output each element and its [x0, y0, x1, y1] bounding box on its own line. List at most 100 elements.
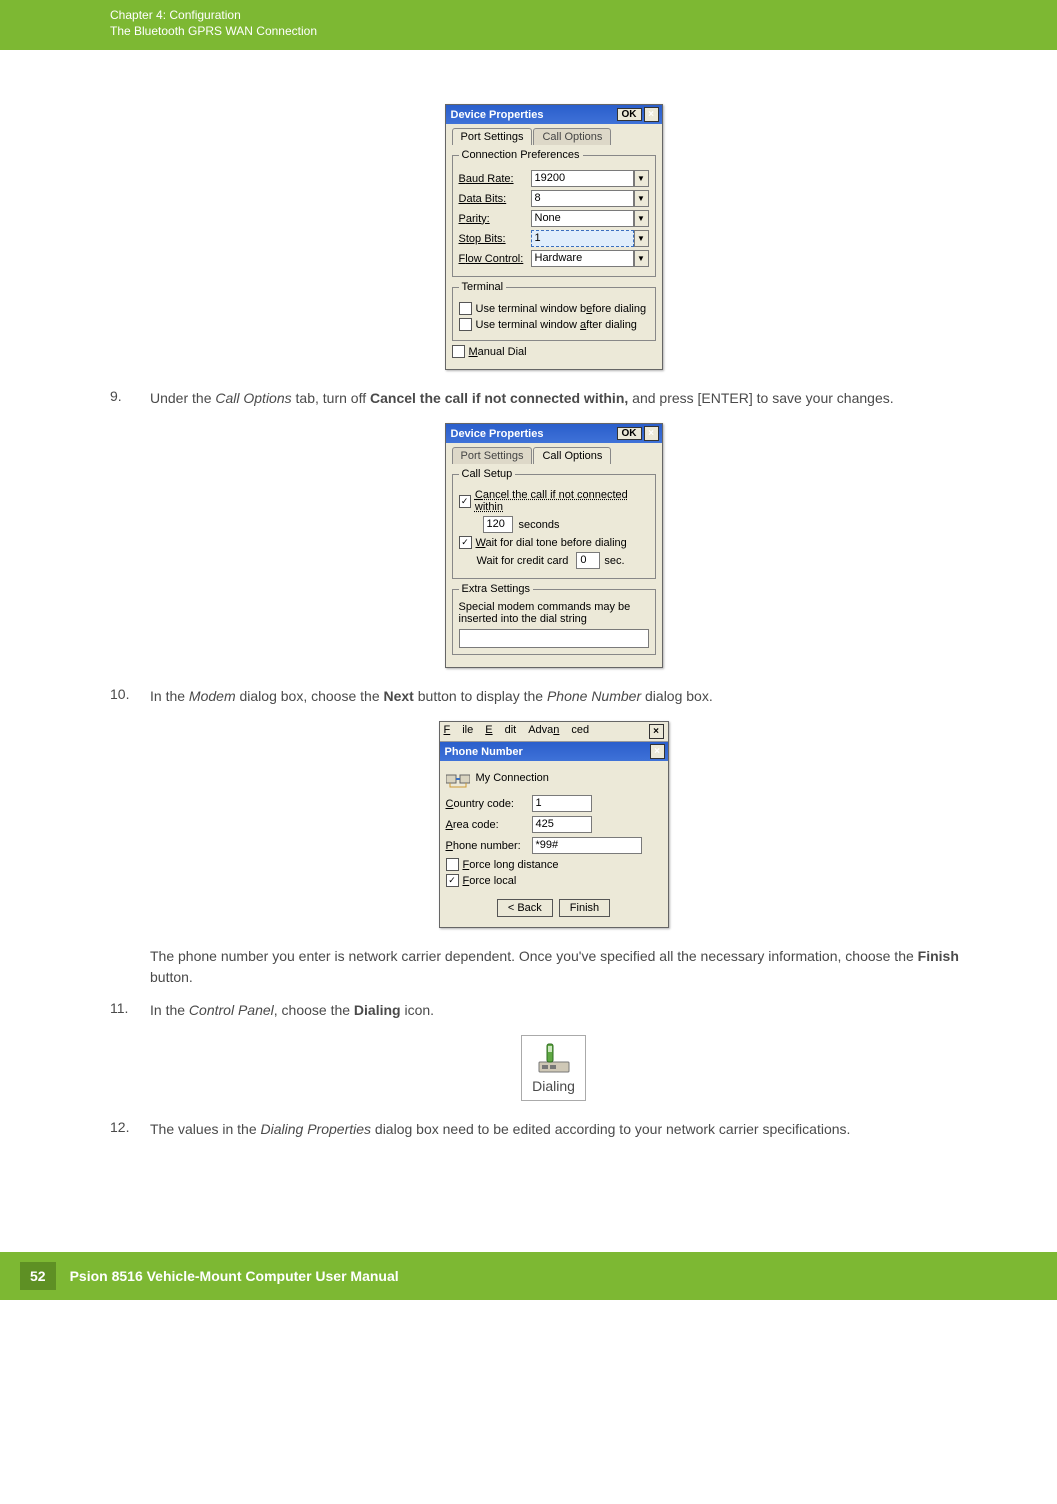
- text: The values in the: [150, 1121, 261, 1137]
- tabs: Port Settings Call Options: [452, 128, 656, 145]
- titlebar: Device Properties OK ×: [446, 105, 662, 124]
- checkbox-label: Use terminal window before dialing: [476, 303, 647, 315]
- close-icon[interactable]: ×: [644, 107, 659, 122]
- text: The phone number you enter is network ca…: [150, 948, 918, 964]
- tab-call-options[interactable]: Call Options: [533, 128, 611, 145]
- text: and press [ENTER] to save your changes.: [628, 390, 893, 406]
- force-long-distance-row[interactable]: Force long distance: [446, 858, 662, 871]
- checkbox-label: Wait for dial tone before dialing: [476, 537, 627, 549]
- step-text: The values in the Dialing Properties dia…: [150, 1119, 997, 1140]
- extra-input[interactable]: [459, 629, 649, 648]
- country-code-input[interactable]: 1: [532, 795, 592, 812]
- page-number: 52: [20, 1262, 56, 1290]
- wait-dialtone-row[interactable]: ✓ Wait for dial tone before dialing: [459, 536, 649, 549]
- step-10: 10. In the Modem dialog box, choose the …: [110, 686, 997, 707]
- text: dialog box.: [641, 688, 713, 704]
- menu-edit[interactable]: Edit: [485, 724, 516, 739]
- dialog-title: Device Properties: [449, 428, 617, 440]
- tab-call-options[interactable]: Call Options: [533, 447, 611, 464]
- chevron-down-icon: ▼: [634, 250, 649, 267]
- dialog-title: Device Properties: [449, 109, 617, 121]
- titlebar: Device Properties OK ×: [446, 424, 662, 443]
- text-em: Call Options: [215, 390, 291, 406]
- cancel-call-row[interactable]: ✓ Cancel the call if not connected withi…: [459, 489, 649, 513]
- terminal-after-row[interactable]: Use terminal window after dialing: [459, 318, 649, 331]
- country-code-label: Country code:: [446, 798, 532, 810]
- text-em: Phone Number: [547, 688, 641, 704]
- stop-bits-dropdown[interactable]: 1 ▼: [531, 230, 649, 247]
- connection-icon: [446, 767, 470, 789]
- dialog-body: Phone Number × My Connection Country cod…: [440, 742, 668, 927]
- force-local-row[interactable]: ✓ Force local: [446, 874, 662, 887]
- text: tab, turn off: [292, 390, 370, 406]
- close-icon[interactable]: ×: [644, 426, 659, 441]
- stop-bits-label: Stop Bits:: [459, 233, 531, 245]
- device-properties-call-dialog: Device Properties OK × Port Settings Cal…: [445, 423, 663, 668]
- step-text: The phone number you enter is network ca…: [150, 946, 997, 988]
- tab-port-settings[interactable]: Port Settings: [452, 128, 533, 145]
- checkbox-label: Cancel the call if not connected within: [475, 489, 649, 513]
- flow-control-dropdown[interactable]: Hardware ▼: [531, 250, 649, 267]
- dialog-body: Port Settings Call Options Call Setup ✓ …: [446, 443, 662, 667]
- baud-rate-label: Baud Rate:: [459, 173, 531, 185]
- text-em: Modem: [189, 688, 236, 704]
- step-text: Under the Call Options tab, turn off Can…: [150, 388, 997, 409]
- tabs: Port Settings Call Options: [452, 447, 656, 464]
- step-number: 12.: [110, 1119, 150, 1140]
- checkbox-icon: [459, 318, 472, 331]
- tab-port-settings[interactable]: Port Settings: [452, 447, 533, 464]
- chapter-label: Chapter 4: Configuration: [110, 8, 1037, 22]
- close-icon[interactable]: ×: [650, 744, 665, 759]
- seconds-input[interactable]: 120: [483, 516, 513, 533]
- area-code-row: Area code: 425: [446, 816, 662, 833]
- text-strong: Finish: [918, 948, 959, 964]
- manual-dial-row[interactable]: Manual Dial: [452, 345, 656, 358]
- finish-paragraph: The phone number you enter is network ca…: [110, 946, 997, 988]
- stop-bits-row: Stop Bits: 1 ▼: [459, 230, 649, 247]
- wait-credit-input[interactable]: 0: [576, 552, 600, 569]
- close-icon[interactable]: ×: [649, 724, 664, 739]
- dialing-icon-box[interactable]: Dialing: [521, 1035, 586, 1101]
- text-strong: Next: [384, 688, 414, 704]
- phone-number-label: Phone number:: [446, 840, 532, 852]
- device-properties-port-dialog-wrap: Device Properties OK × Port Settings Cal…: [110, 104, 997, 370]
- phone-modem-icon: [537, 1042, 571, 1076]
- connection-preferences-group: Connection Preferences Baud Rate: 19200 …: [452, 149, 656, 277]
- country-code-row: Country code: 1: [446, 795, 662, 812]
- ok-button[interactable]: OK: [617, 427, 642, 440]
- group-legend: Call Setup: [459, 468, 516, 480]
- parity-value: None: [531, 210, 634, 227]
- wait-credit-row: Wait for credit card 0 sec.: [459, 552, 649, 569]
- seconds-row: 120 seconds: [459, 516, 649, 533]
- step-number: 11.: [110, 1000, 150, 1021]
- checkbox-label: Use terminal window after dialing: [476, 319, 637, 331]
- menu-file[interactable]: File: [444, 724, 474, 739]
- flow-control-label: Flow Control:: [459, 253, 531, 265]
- step-number: 10.: [110, 686, 150, 707]
- checkbox-icon: [446, 858, 459, 871]
- parity-dropdown[interactable]: None ▼: [531, 210, 649, 227]
- area-code-input[interactable]: 425: [532, 816, 592, 833]
- checkbox-label: Manual Dial: [469, 346, 527, 358]
- ok-button[interactable]: OK: [617, 108, 642, 121]
- back-button[interactable]: < Back: [497, 899, 553, 917]
- page-content: Device Properties OK × Port Settings Cal…: [0, 50, 1057, 1192]
- wait-credit-label: Wait for credit card: [477, 555, 569, 567]
- dialog-body: Port Settings Call Options Connection Pr…: [446, 124, 662, 369]
- chevron-down-icon: ▼: [634, 230, 649, 247]
- step-12: 12. The values in the Dialing Properties…: [110, 1119, 997, 1140]
- text: Under the: [150, 390, 215, 406]
- terminal-before-row[interactable]: Use terminal window before dialing: [459, 302, 649, 315]
- dialing-icon-label: Dialing: [532, 1078, 575, 1094]
- step-text: In the Modem dialog box, choose the Next…: [150, 686, 997, 707]
- phone-number-input[interactable]: *99#: [532, 837, 642, 854]
- text: button to display the: [414, 688, 547, 704]
- checkbox-icon: ✓: [459, 536, 472, 549]
- parity-label: Parity:: [459, 213, 531, 225]
- text: dialog box need to be edited according t…: [371, 1121, 850, 1137]
- baud-rate-dropdown[interactable]: 19200 ▼: [531, 170, 649, 187]
- menu-advanced[interactable]: Advanced: [528, 724, 589, 739]
- finish-button[interactable]: Finish: [559, 899, 610, 917]
- data-bits-dropdown[interactable]: 8 ▼: [531, 190, 649, 207]
- step-number: 9.: [110, 388, 150, 409]
